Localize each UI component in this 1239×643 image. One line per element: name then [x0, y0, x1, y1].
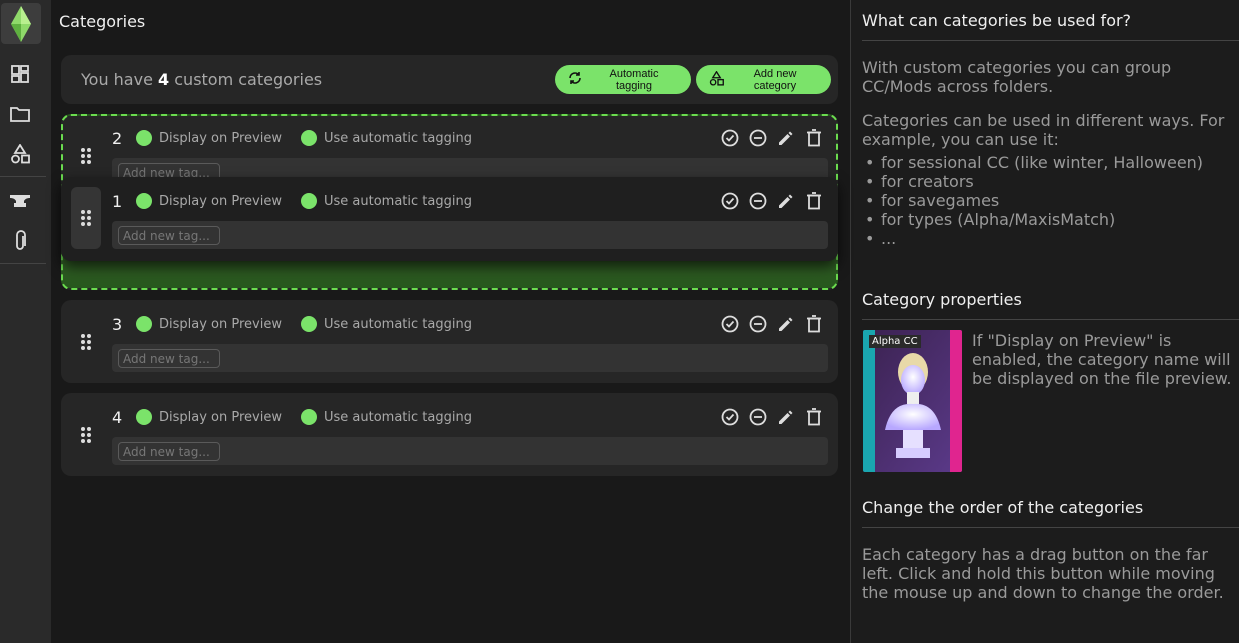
- summary-bar: You have 4 custom categories Automatic t…: [61, 55, 838, 104]
- refresh-icon: [568, 71, 582, 88]
- toggle-dot: [301, 130, 317, 146]
- option-label: Use automatic tagging: [324, 409, 472, 425]
- automatic-tagging-button[interactable]: Automatic tagging: [555, 65, 691, 94]
- option-label: Use automatic tagging: [324, 316, 472, 332]
- add-category-label: Add new category: [753, 67, 797, 92]
- sidebar-divider: [0, 263, 46, 264]
- anvil-icon[interactable]: [8, 189, 32, 213]
- option-label: Display on Preview: [159, 193, 282, 209]
- usage-list: for sessional CC (like winter, Halloween…: [862, 153, 1232, 248]
- dashboard-icon[interactable]: [8, 62, 32, 86]
- list-item: for types (Alpha/MaxisMatch): [862, 210, 1232, 229]
- display-on-preview-toggle[interactable]: Display on Preview: [136, 193, 282, 209]
- edit-icon[interactable]: [775, 313, 797, 335]
- preview-category-badge: Alpha CC: [869, 335, 921, 348]
- category-card: 3 Display on Preview Use automatic taggi…: [61, 300, 838, 383]
- toggle-dot: [301, 193, 317, 209]
- divider: [862, 40, 1239, 41]
- sidebar: [0, 0, 51, 643]
- drag-handle-icon[interactable]: [77, 146, 95, 166]
- shapes-icon[interactable]: [8, 142, 32, 166]
- trash-icon[interactable]: [803, 127, 825, 149]
- category-card-dragging: 1 Display on Preview Use automatic taggi…: [61, 177, 838, 261]
- help-text: Categories can be used in different ways…: [862, 111, 1225, 149]
- list-item: ...: [862, 229, 1232, 248]
- toggle-dot: [136, 409, 152, 425]
- edit-icon[interactable]: [775, 127, 797, 149]
- check-icon[interactable]: [719, 190, 741, 212]
- automatic-tagging-toggle[interactable]: Use automatic tagging: [301, 409, 472, 425]
- option-label: Display on Preview: [159, 316, 282, 332]
- divider: [862, 527, 1239, 528]
- toggle-dot: [136, 193, 152, 209]
- help-text: If "Display on Preview" is enabled, the …: [972, 331, 1232, 388]
- option-label: Use automatic tagging: [324, 130, 472, 146]
- display-on-preview-toggle[interactable]: Display on Preview: [136, 409, 282, 425]
- help-heading-properties: Category properties: [862, 290, 1022, 309]
- option-label: Display on Preview: [159, 130, 282, 146]
- minus-circle-icon[interactable]: [747, 190, 769, 212]
- add-category-button[interactable]: Add new category: [696, 65, 831, 94]
- file-preview-image: Alpha CC: [863, 330, 962, 472]
- list-item: for savegames: [862, 191, 1232, 210]
- toggle-dot: [301, 316, 317, 332]
- check-icon[interactable]: [719, 127, 741, 149]
- list-item: for creators: [862, 172, 1232, 191]
- add-tag-input[interactable]: [118, 442, 220, 461]
- display-on-preview-toggle[interactable]: Display on Preview: [136, 316, 282, 332]
- tag-row: [112, 437, 828, 465]
- edit-icon[interactable]: [775, 190, 797, 212]
- drag-handle-icon[interactable]: [71, 187, 101, 249]
- help-text: Each category has a drag button on the f…: [862, 545, 1224, 602]
- help-heading-usage: What can categories be used for?: [862, 11, 1132, 30]
- category-number: 1: [112, 192, 123, 211]
- paperclip-icon[interactable]: [8, 229, 32, 253]
- option-label: Use automatic tagging: [324, 193, 472, 209]
- toggle-dot: [136, 130, 152, 146]
- add-tag-input[interactable]: [118, 226, 220, 245]
- category-count-text: You have 4 custom categories: [81, 70, 322, 89]
- list-item: for sessional CC (like winter, Halloween…: [862, 153, 1232, 172]
- help-text: With custom categories you can group CC/…: [862, 58, 1172, 96]
- check-icon[interactable]: [719, 406, 741, 428]
- edit-icon[interactable]: [775, 406, 797, 428]
- check-icon[interactable]: [719, 313, 741, 335]
- trash-icon[interactable]: [803, 406, 825, 428]
- tag-row: [112, 221, 828, 249]
- summary-prefix: You have: [81, 70, 153, 89]
- minus-circle-icon[interactable]: [747, 406, 769, 428]
- sidebar-divider: [0, 176, 46, 177]
- display-on-preview-toggle[interactable]: Display on Preview: [136, 130, 282, 146]
- category-number: 3: [112, 315, 123, 334]
- option-label: Display on Preview: [159, 409, 282, 425]
- minus-circle-icon[interactable]: [747, 127, 769, 149]
- category-card: 4 Display on Preview Use automatic taggi…: [61, 393, 838, 476]
- shapes-icon: [709, 69, 724, 89]
- toggle-dot: [136, 316, 152, 332]
- drag-handle-icon[interactable]: [77, 332, 95, 352]
- help-heading-order: Change the order of the categories: [862, 498, 1144, 517]
- automatic-tagging-toggle[interactable]: Use automatic tagging: [301, 130, 472, 146]
- folder-icon[interactable]: [8, 102, 32, 126]
- automatic-tagging-toggle[interactable]: Use automatic tagging: [301, 193, 472, 209]
- category-number: 2: [112, 129, 123, 148]
- summary-suffix: custom categories: [174, 70, 323, 89]
- category-number: 4: [112, 408, 123, 427]
- automatic-tagging-label: Automatic tagging: [609, 67, 659, 92]
- summary-count: 4: [158, 70, 170, 89]
- toggle-dot: [301, 409, 317, 425]
- tag-row: [112, 344, 828, 372]
- minus-circle-icon[interactable]: [747, 313, 769, 335]
- add-tag-input[interactable]: [118, 349, 220, 368]
- automatic-tagging-toggle[interactable]: Use automatic tagging: [301, 316, 472, 332]
- trash-icon[interactable]: [803, 190, 825, 212]
- trash-icon[interactable]: [803, 313, 825, 335]
- divider: [862, 319, 1239, 320]
- sims-logo-icon[interactable]: [1, 3, 41, 44]
- help-panel: What can categories be used for? With cu…: [850, 0, 1239, 643]
- drag-handle-icon[interactable]: [77, 425, 95, 445]
- page-title: Categories: [59, 12, 146, 31]
